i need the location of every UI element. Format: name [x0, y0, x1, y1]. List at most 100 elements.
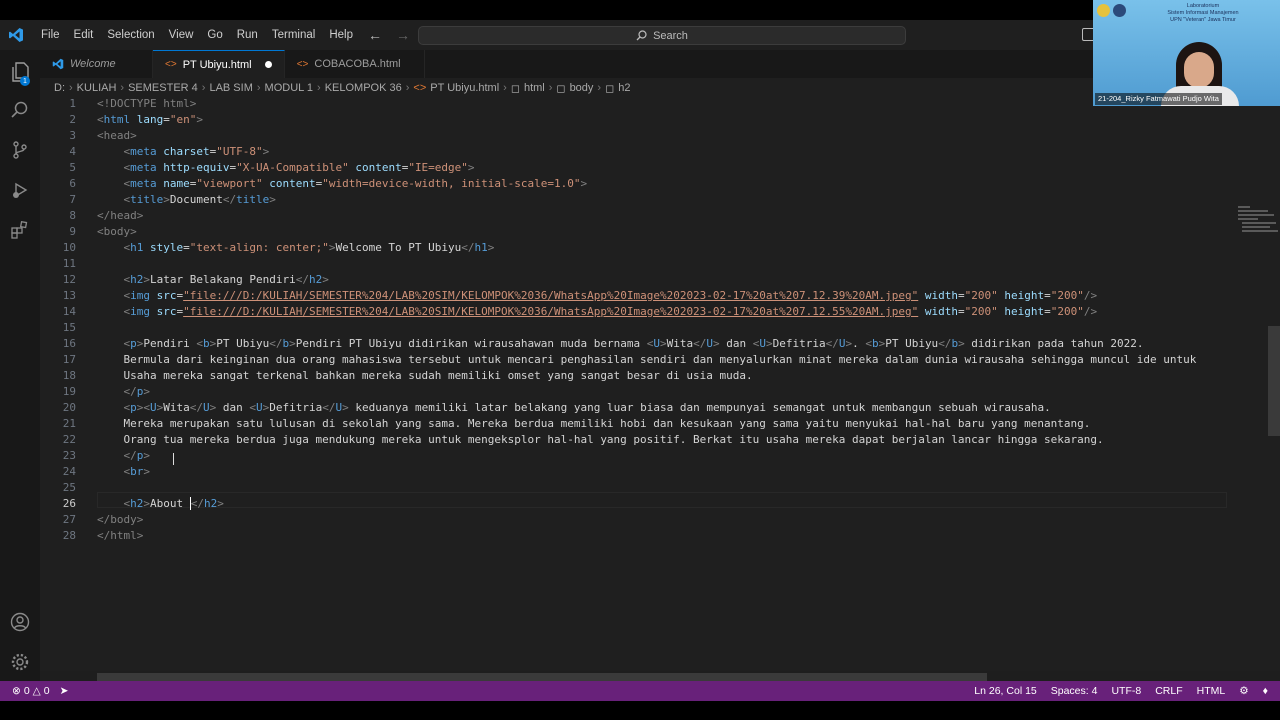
- code-line: 11: [62, 257, 76, 270]
- menu-selection[interactable]: Selection: [100, 20, 161, 50]
- video-letterbox-top: [0, 0, 1280, 20]
- code-text: <body>: [97, 225, 137, 238]
- notifications-bell-icon[interactable]: ♦: [1263, 685, 1268, 697]
- html-file-icon: <>: [296, 58, 309, 70]
- problems-indicator[interactable]: ⊗ 0 △ 0: [12, 685, 50, 697]
- error-icon: ⊗: [12, 685, 21, 697]
- code-text: Bermula dari keinginan dua orang mahasis…: [97, 353, 1197, 366]
- tab-welcome[interactable]: Welcome: [40, 50, 153, 78]
- code-line: 6 <meta name="viewport" content="width=d…: [69, 177, 588, 190]
- participant-name: 21-204_Rizky Fatmawati Pudjo Wita: [1095, 93, 1222, 105]
- mouse-text-cursor-icon: [173, 453, 175, 465]
- code-text: Latar Belakang Pendiri: [150, 273, 296, 286]
- code-text: Document: [169, 193, 223, 206]
- vertical-scrollbar[interactable]: [1268, 326, 1280, 436]
- code-line: 3 <head>: [69, 129, 137, 142]
- manage-gear-icon[interactable]: [8, 650, 32, 674]
- warning-count: 0: [43, 685, 50, 697]
- breadcrumb-item[interactable]: body: [570, 82, 594, 94]
- extensions-icon[interactable]: [8, 218, 32, 242]
- breadcrumb-item[interactable]: KULIAH: [77, 82, 117, 94]
- code-text[interactable]: "file:///D:/KULIAH/SEMESTER%204/LAB%20SI…: [183, 305, 918, 318]
- minimap[interactable]: [1190, 96, 1280, 671]
- code-line: 2 <html lang="en">: [69, 113, 203, 126]
- breadcrumb-item[interactable]: SEMESTER 4: [128, 82, 198, 94]
- vscode-icon: [2, 20, 30, 50]
- menu-terminal[interactable]: Terminal: [265, 20, 322, 50]
- code-line: 8 </head>: [69, 209, 144, 222]
- code-text: Orang tua mereka berdua juga mendukung m…: [97, 433, 1104, 446]
- breadcrumb-item[interactable]: D:: [54, 82, 65, 94]
- menu-help[interactable]: Help: [322, 20, 360, 50]
- code-line: 12 <h2>Latar Belakang Pendiri</h2>: [62, 273, 329, 286]
- tab-label: PT Ubiyu.html: [182, 58, 252, 71]
- nav-arrows: ← →: [368, 20, 410, 50]
- menu-file[interactable]: File: [34, 20, 67, 50]
- code-line: 21 Mereka merupakan satu lulusan di seko…: [62, 417, 1091, 430]
- code-text: About: [150, 497, 190, 510]
- code-line: 4 <meta charset="UTF-8">: [69, 145, 270, 158]
- breadcrumb-item[interactable]: html: [524, 82, 545, 94]
- participant-face: [1184, 52, 1214, 88]
- cursor-position[interactable]: Ln 26, Col 15: [974, 685, 1036, 697]
- breadcrumb-item[interactable]: MODUL 1: [265, 82, 314, 94]
- explorer-badge: 1: [20, 76, 30, 86]
- code-text: Usaha mereka sangat terkenal bahkan mere…: [97, 369, 753, 382]
- warning-icon: △: [32, 685, 41, 697]
- video-letterbox-bottom: [0, 701, 1280, 720]
- status-bar: ⊗ 0 △ 0 ➤ Ln 26, Col 15 Spaces: 4 UTF-8 …: [0, 681, 1280, 701]
- breadcrumb-item[interactable]: h2: [618, 82, 630, 94]
- code-line: 10 <h1 style="text-align: center;">Welco…: [62, 241, 495, 254]
- code-line: 27 </body>: [62, 513, 144, 526]
- code-editor[interactable]: 1 <!DOCTYPE html> 2 <html lang="en"> 3 <hea…: [40, 96, 1280, 671]
- language-mode[interactable]: HTML: [1197, 685, 1226, 697]
- horizontal-scrollbar[interactable]: [97, 673, 987, 681]
- menu-view[interactable]: View: [162, 20, 201, 50]
- menu-edit[interactable]: Edit: [67, 20, 101, 50]
- code-line: 19 </p>: [62, 385, 150, 398]
- encoding[interactable]: UTF-8: [1111, 685, 1141, 697]
- tab-pt-ubiyu[interactable]: <> PT Ubiyu.html: [153, 50, 285, 78]
- back-arrow-icon[interactable]: ←: [368, 27, 382, 43]
- menu-go[interactable]: Go: [200, 20, 229, 50]
- search-label: Search: [653, 29, 688, 42]
- code-line: 28 </html>: [62, 529, 144, 542]
- code-line: 23 </p>: [62, 449, 150, 462]
- search-icon: [636, 30, 647, 41]
- title-bar: File Edit Selection View Go Run Terminal…: [0, 20, 1280, 50]
- error-count: 0: [23, 685, 30, 697]
- element-icon: ◻: [556, 82, 566, 95]
- tab-cobacoba[interactable]: <> COBACOBA.html: [285, 50, 426, 78]
- line-ending[interactable]: CRLF: [1155, 685, 1182, 697]
- command-center-search[interactable]: Search: [418, 26, 906, 45]
- search-icon[interactable]: [8, 98, 32, 122]
- code-line: 22 Orang tua mereka berdua juga mendukun…: [62, 433, 1104, 446]
- lab-logos: [1097, 4, 1126, 17]
- forward-arrow-icon[interactable]: →: [396, 27, 410, 43]
- code-line: 16 <p>Pendiri <b>PT Ubiyu</b>Pendiri PT …: [62, 337, 1144, 350]
- lab-logo-icon: [1113, 4, 1126, 17]
- code-text: Welcome To PT Ubiyu: [335, 241, 462, 254]
- menu-bar: File Edit Selection View Go Run Terminal…: [34, 20, 360, 50]
- code-text[interactable]: "file:///D:/KULIAH/SEMESTER%204/LAB%20SI…: [183, 289, 918, 302]
- element-icon: ◻: [510, 82, 520, 95]
- banner-line: UPN "Veteran" Jawa Timur: [1170, 17, 1236, 23]
- participant-video-tile: Laboratorium Sistem Informasi Manajemen …: [1093, 0, 1280, 106]
- tab-label: COBACOBA.html: [314, 58, 401, 70]
- indentation[interactable]: Spaces: 4: [1051, 685, 1098, 697]
- menu-run[interactable]: Run: [230, 20, 265, 50]
- breadcrumb-item[interactable]: PT Ubiyu.html: [430, 82, 499, 94]
- source-control-icon[interactable]: [8, 138, 32, 162]
- breadcrumb-item[interactable]: LAB SIM: [209, 82, 252, 94]
- run-debug-icon[interactable]: [8, 178, 32, 202]
- element-icon: ◻: [605, 82, 615, 95]
- html-file-icon: <>: [165, 59, 177, 70]
- vscode-icon: [52, 58, 64, 70]
- remote-icon[interactable]: ➤: [60, 685, 69, 697]
- activity-bar: 1: [0, 50, 40, 681]
- modified-dot-icon[interactable]: [264, 61, 272, 68]
- breadcrumb-item[interactable]: KELOMPOK 36: [325, 82, 402, 94]
- code-line: 15: [62, 321, 76, 334]
- accounts-icon[interactable]: [8, 610, 32, 634]
- feedback-icon[interactable]: ⚙: [1239, 685, 1248, 697]
